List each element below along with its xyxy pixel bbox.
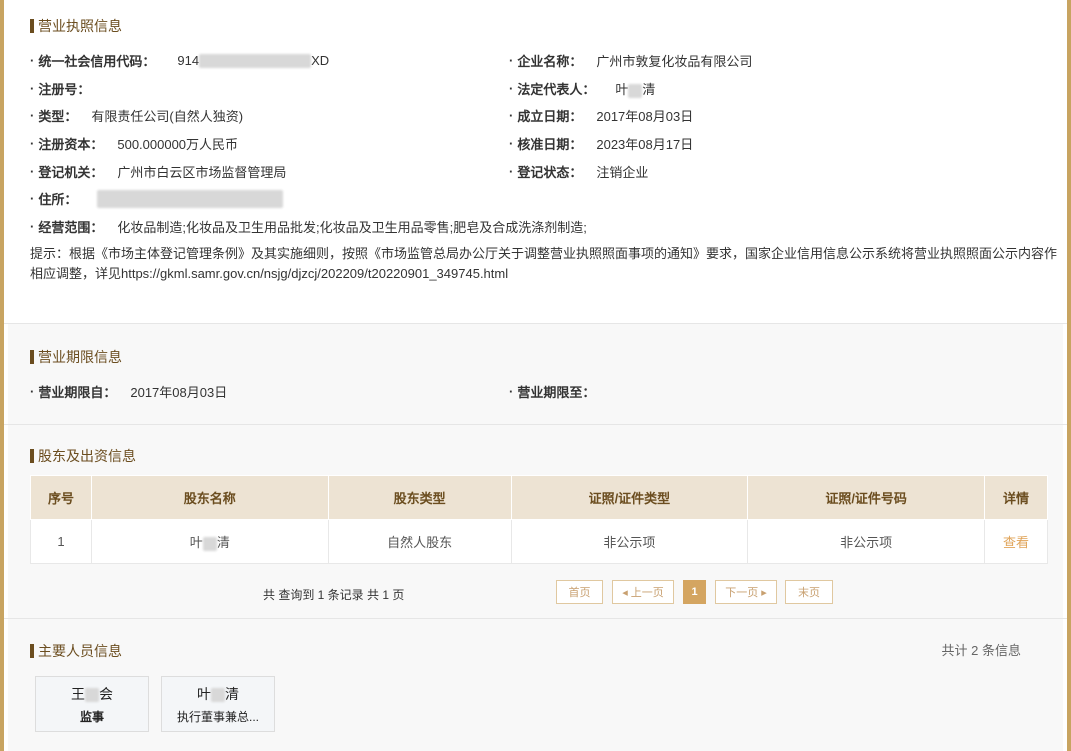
- credit-code-field: · 统一社会信用代码： 914 XD: [30, 52, 330, 69]
- term-section-title: 营业期限信息: [30, 347, 122, 367]
- first-page-button[interactable]: 首页: [556, 580, 603, 604]
- col-header-detail: 详情: [984, 475, 1048, 520]
- redacted-block: [85, 687, 99, 702]
- last-page-button[interactable]: 末页: [785, 580, 833, 604]
- legal-rep-field: · 法定代表人： 叶清: [509, 81, 656, 98]
- next-page-button[interactable]: 下一页 ▸: [715, 580, 777, 604]
- table-header-row: 序号 股东名称 股东类型 证照/证件类型 证照/证件号码 详情: [30, 475, 1048, 520]
- redacted-address: [97, 189, 284, 208]
- reg-no-field: · 注册号：: [30, 81, 91, 97]
- person-card[interactable]: 叶清 执行董事兼总...: [161, 676, 275, 732]
- col-header-type: 股东类型: [327, 475, 512, 520]
- type-field: · 类型： 有限责任公司(自然人独资): [30, 108, 244, 124]
- view-detail-link[interactable]: 查看: [1003, 535, 1029, 550]
- cell-no: 1: [30, 519, 92, 564]
- scope-field: · 经营范围： 化妆品制造;化妆品及卫生用品批发;化妆品及卫生用品零售;肥皂及合…: [30, 219, 587, 235]
- personnel-section-title: 主要人员信息: [30, 641, 122, 661]
- title-bar-icon: [30, 19, 34, 33]
- shareholders-section-title: 股东及出资信息: [30, 446, 136, 466]
- term-to-field: · 营业期限至：: [509, 384, 596, 400]
- credit-code-prefix: 914: [177, 52, 200, 68]
- shareholders-table: 序号 股东名称 股东类型 证照/证件类型 证照/证件号码 详情 1 叶清 自然人…: [30, 475, 1048, 564]
- authority-field: · 登记机关： 广州市白云区市场监督管理局: [30, 164, 287, 180]
- col-header-id-type: 证照/证件类型: [510, 475, 749, 520]
- col-header-name: 股东名称: [90, 475, 329, 520]
- cell-id-type: 非公示项: [510, 519, 749, 564]
- capital-field: · 注册资本： 500.000000万人民币: [30, 136, 239, 152]
- person-name: 叶清: [197, 685, 239, 702]
- page-1-button[interactable]: 1: [683, 580, 706, 604]
- notice-text: 提示：根据《市场主体登记管理条例》及其实施细则，按照《市场监管总局办公厅关于调整…: [30, 246, 1058, 281]
- person-name: 王会: [71, 685, 113, 702]
- license-section: 营业执照信息 · 统一社会信用代码： 914 XD · 注册号： · 类型： 有限…: [8, 0, 1063, 324]
- approved-field: · 核准日期： 2023年08月17日: [509, 136, 694, 152]
- term-from-field: · 营业期限自： 2017年08月03日: [30, 384, 228, 400]
- person-role: 监事: [79, 709, 104, 724]
- title-bar-icon: [30, 644, 34, 658]
- redacted-block: [211, 687, 225, 702]
- page-frame: 营业执照信息 · 统一社会信用代码： 914 XD · 注册号： · 类型： 有限…: [0, 0, 1071, 751]
- col-header-id-no: 证照/证件号码: [747, 475, 985, 520]
- address-field: · 住所：: [30, 189, 284, 208]
- personnel-count: 共计 2 条信息: [941, 643, 1021, 658]
- person-card[interactable]: 王会 监事: [35, 676, 149, 732]
- cell-id-no: 非公示项: [747, 519, 985, 564]
- status-field: · 登记状态： 注销企业: [509, 164, 649, 180]
- redacted-block: [199, 54, 312, 69]
- term-section: 营业期限信息 · 营业期限自： 2017年08月03日 · 营业期限至：: [8, 324, 1063, 424]
- credit-code-suffix: XD: [311, 52, 330, 68]
- license-section-title: 营业执照信息: [30, 16, 122, 36]
- pager-info: 共 查询到 1 条记录 共 1 页: [263, 588, 405, 602]
- company-name-field: · 企业名称： 广州市敦复化妆品有限公司: [509, 53, 753, 69]
- redacted-block: [202, 536, 217, 551]
- cell-type: 自然人股东: [327, 519, 512, 564]
- founded-field: · 成立日期： 2017年08月03日: [509, 108, 694, 124]
- col-header-no: 序号: [30, 475, 92, 520]
- cell-detail: 查看: [984, 519, 1048, 564]
- prev-page-button[interactable]: ◂ 上一页: [612, 580, 674, 604]
- redacted-block: [628, 83, 643, 98]
- title-bar-icon: [30, 350, 34, 364]
- cell-name: 叶清: [90, 519, 329, 564]
- person-role: 执行董事兼总...: [176, 709, 259, 724]
- title-bar-icon: [30, 449, 34, 463]
- table-row: 1 叶清 自然人股东 非公示项 非公示项 查看: [30, 519, 1048, 564]
